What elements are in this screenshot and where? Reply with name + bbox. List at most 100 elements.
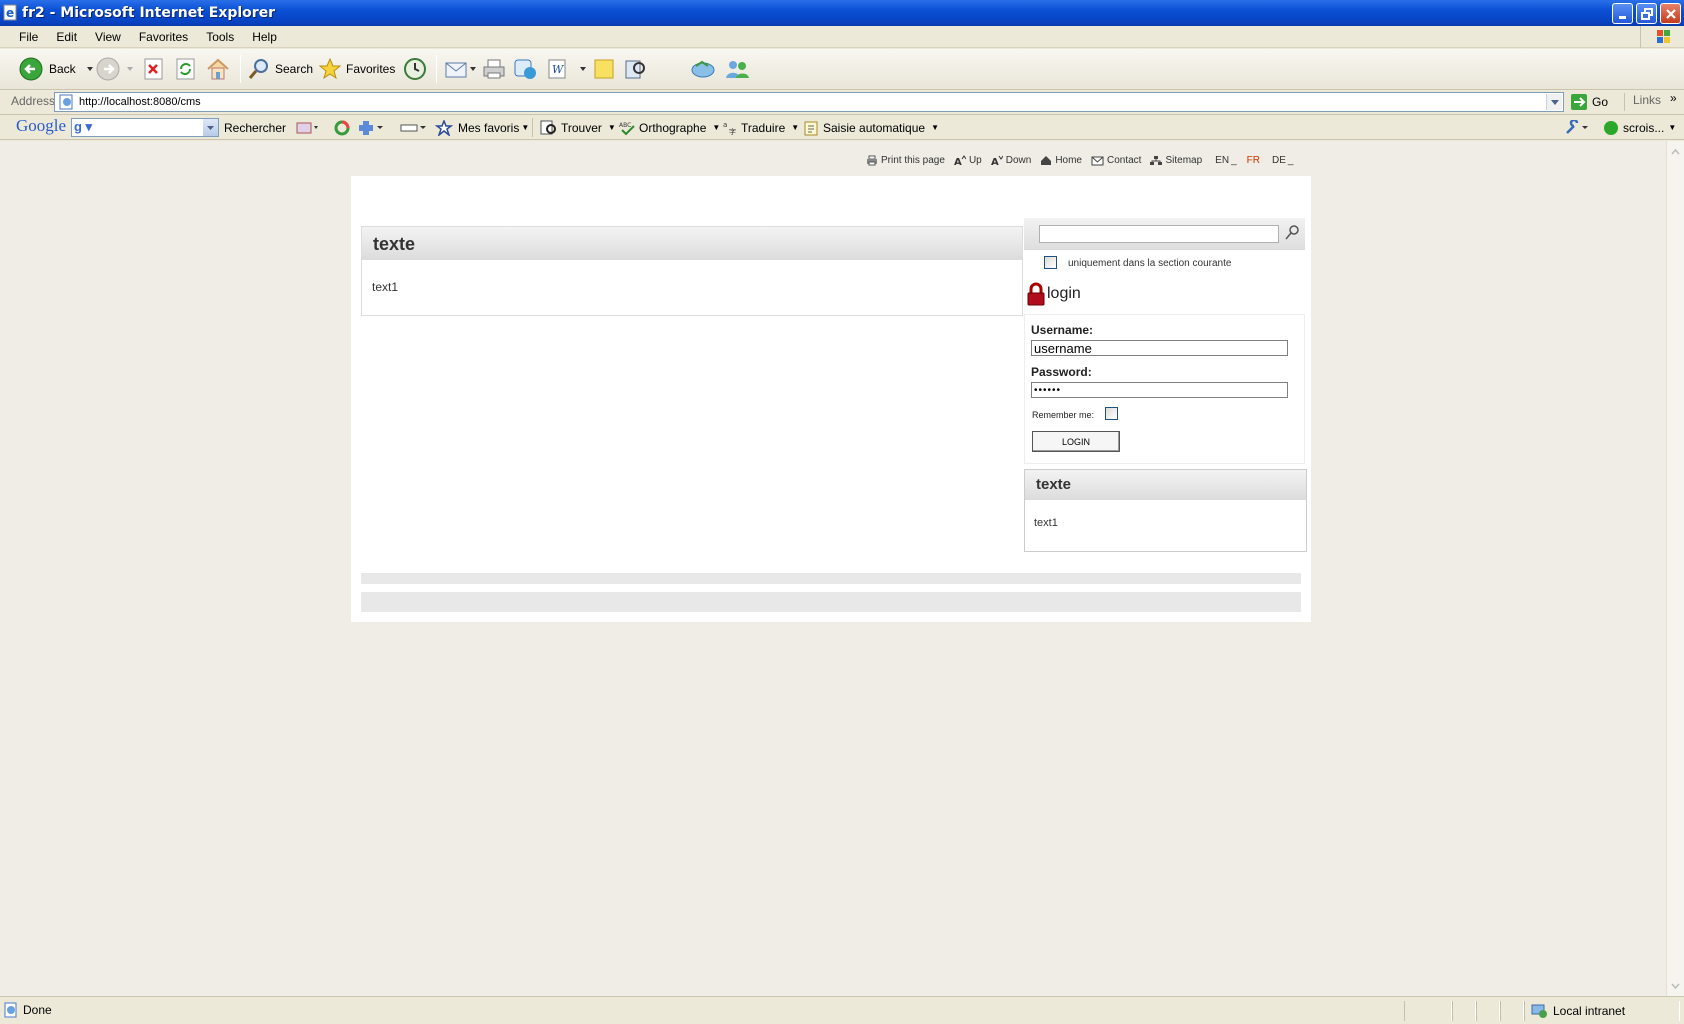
lang-fr-link[interactable]: FR (1247, 155, 1260, 166)
menu-tools[interactable]: Tools (197, 26, 243, 48)
username-label: Username: (1031, 323, 1094, 337)
google-g-icon: g ▾ (74, 119, 93, 134)
menu-edit[interactable]: Edit (47, 26, 86, 48)
stop-button[interactable] (144, 57, 164, 81)
minimize-button[interactable] (1612, 3, 1633, 24)
address-dropdown-icon[interactable] (1546, 94, 1562, 110)
messenger-button[interactable] (513, 57, 539, 81)
add-button[interactable] (357, 119, 385, 136)
vertical-scrollbar[interactable] (1666, 141, 1684, 996)
lang-de-link[interactable]: DE (1272, 155, 1286, 166)
research-button[interactable] (624, 57, 648, 81)
dropdown-arrow-icon[interactable] (203, 119, 218, 136)
search-button[interactable]: Search (247, 57, 313, 81)
menu-view[interactable]: View (86, 26, 130, 48)
saisie-button[interactable]: Saisie automatique ▼ (804, 119, 939, 136)
field-icon (400, 124, 426, 131)
side-content-panel: texte text1 (1024, 469, 1307, 552)
section-scope-checkbox[interactable] (1044, 256, 1057, 269)
trouver-button[interactable]: Trouver ▼ (540, 119, 616, 136)
side-panel-title: texte (1025, 470, 1306, 500)
address-input[interactable]: http://localhost:8080/cms (54, 92, 1564, 112)
sitemap-link[interactable]: Sitemap (1150, 155, 1202, 166)
sync-button[interactable] (690, 57, 716, 81)
mail-button[interactable] (444, 57, 478, 81)
note-button[interactable] (593, 57, 615, 81)
password-field[interactable] (1031, 382, 1288, 398)
bookmark-field-button[interactable] (399, 119, 427, 136)
refresh-icon (176, 58, 195, 80)
chevron-right-icon[interactable]: » (1670, 91, 1677, 105)
sync-icon (691, 60, 715, 78)
section-scope-label: uniquement dans la section courante (1068, 258, 1232, 269)
home-link[interactable]: Home (1040, 155, 1082, 166)
main-panel-title: texte (362, 227, 1022, 260)
settings-button[interactable] (1564, 119, 1590, 136)
search-icon[interactable] (1284, 224, 1300, 242)
envelope-icon (1091, 156, 1104, 165)
page-done-icon (4, 1002, 17, 1018)
svg-text:e: e (6, 6, 14, 20)
menu-favorites[interactable]: Favorites (130, 26, 197, 48)
printer-icon (483, 59, 505, 79)
forward-button[interactable] (96, 57, 138, 81)
sitemap-icon (1150, 155, 1163, 165)
news-button[interactable] (294, 119, 320, 136)
svg-text:字: 字 (729, 127, 736, 136)
history-button[interactable] (403, 57, 427, 81)
print-button[interactable] (482, 57, 506, 81)
print-page-link[interactable]: Print this page (866, 155, 945, 166)
star-outline-icon (435, 119, 453, 136)
site-search-input[interactable] (1039, 225, 1279, 243)
pagerank-button[interactable] (333, 119, 351, 136)
security-zone[interactable]: Local intranet (1524, 1001, 1680, 1021)
menu-help[interactable]: Help (243, 26, 286, 48)
down-link[interactable]: A Down (991, 155, 1032, 166)
dropdown-arrow-icon (127, 67, 133, 71)
menu-file[interactable]: File (10, 26, 47, 48)
home-button[interactable] (206, 57, 230, 81)
username-field[interactable] (1031, 340, 1288, 356)
favorites-button[interactable]: Favorites (318, 57, 395, 81)
main-content-panel: texte text1 (361, 226, 1023, 316)
scroll-up-icon[interactable] (1667, 145, 1684, 159)
traduire-button[interactable]: a 字 Traduire ▼ (722, 119, 799, 136)
window-title: fr2 - Microsoft Internet Explorer (22, 5, 276, 21)
wrench-icon (1566, 119, 1588, 134)
account-button[interactable]: scrois... ▼ (1603, 119, 1676, 136)
up-link[interactable]: A Up (954, 155, 982, 166)
links-label[interactable]: Links (1624, 93, 1661, 111)
search-icon (248, 59, 268, 79)
refresh-button[interactable] (176, 57, 196, 81)
maximize-button[interactable] (1636, 3, 1657, 24)
translate-icon: a字 (723, 121, 736, 136)
scroll-down-icon[interactable] (1667, 979, 1684, 993)
go-button[interactable]: Go (1570, 92, 1608, 112)
contacts-button[interactable] (724, 57, 750, 81)
close-button[interactable] (1660, 3, 1681, 24)
word-button[interactable]: W (547, 57, 593, 81)
font-down-icon: A (991, 155, 1003, 166)
utility-nav: Print this page A Up A Down Home Contact S… (866, 153, 1293, 167)
footer-bar-bottom (361, 592, 1301, 612)
rechercher-button[interactable]: Rechercher (224, 119, 286, 136)
sticky-note-icon (594, 59, 614, 79)
contact-link[interactable]: Contact (1091, 155, 1141, 166)
login-button[interactable]: LOGIN (1032, 431, 1120, 452)
orthographe-button[interactable]: ABC Orthographe ▼ (619, 119, 720, 136)
google-search-input[interactable]: g ▾ (71, 118, 219, 137)
login-form: Username: Password: Remember me: LOGIN (1024, 314, 1305, 464)
lang-en-link[interactable]: EN (1215, 155, 1229, 166)
find-icon (540, 120, 556, 134)
address-label: Address (11, 94, 56, 108)
status-dot-icon (1604, 120, 1618, 135)
people-icon (726, 61, 749, 78)
remember-checkbox[interactable] (1105, 407, 1118, 420)
plus-icon (359, 120, 383, 135)
login-title: login (1047, 285, 1081, 302)
mes-favoris-button[interactable]: Mes favoris ▼ (435, 119, 529, 136)
footer-bar (361, 573, 1301, 584)
back-button[interactable]: Back (19, 57, 98, 81)
research-icon (625, 60, 645, 79)
page-icon (59, 94, 73, 110)
